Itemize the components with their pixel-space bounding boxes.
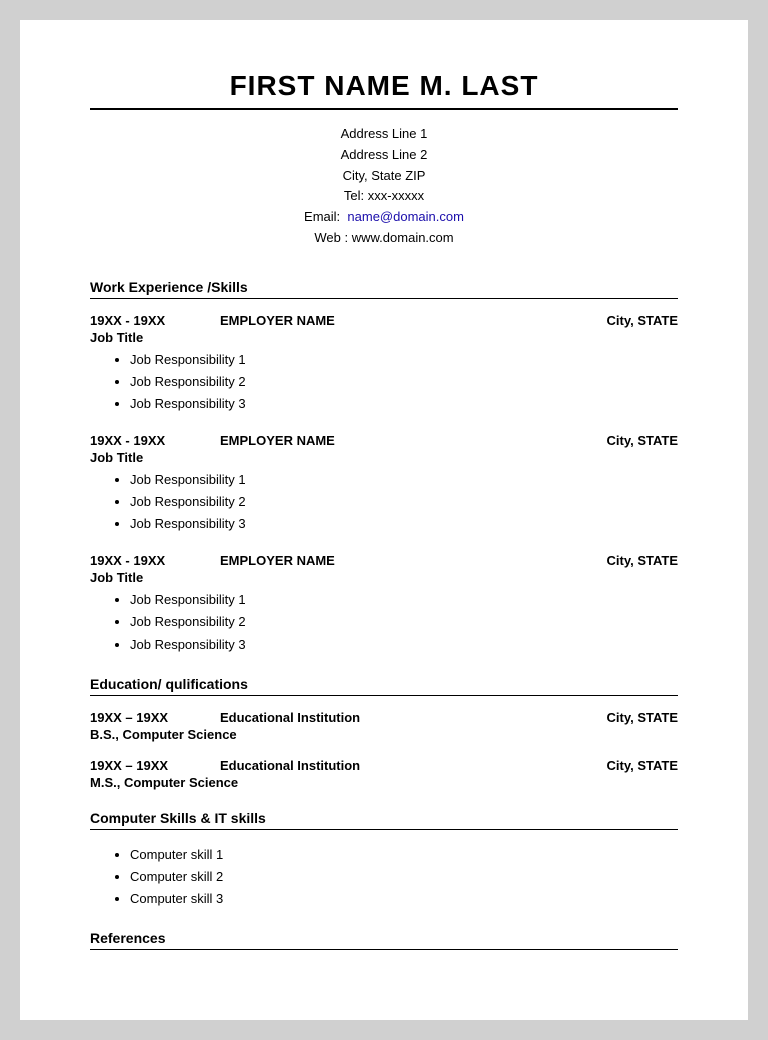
job-2-top-line: 19XX - 19XX EMPLOYER NAME City, STATE [90, 433, 678, 448]
job-1-location: City, STATE [558, 313, 678, 328]
edu-2-degree: M.S., Computer Science [90, 775, 678, 790]
references-section: References [90, 930, 678, 950]
skills-list: Computer skill 1 Computer skill 2 Comput… [130, 844, 678, 910]
tel-value: xxx-xxxxx [368, 188, 424, 203]
list-item: Job Responsibility 1 [130, 469, 678, 491]
work-experience-title: Work Experience /Skills [90, 279, 678, 299]
list-item: Computer skill 1 [130, 844, 678, 866]
city-state-zip: City, State ZIP [90, 166, 678, 187]
references-title: References [90, 930, 678, 950]
job-2-location: City, STATE [558, 433, 678, 448]
list-item: Job Responsibility 2 [130, 371, 678, 393]
job-3-title: Job Title [90, 570, 678, 585]
job-1-top-line: 19XX - 19XX EMPLOYER NAME City, STATE [90, 313, 678, 328]
full-name: FIRST NAME M. LAST [90, 70, 678, 102]
job-entry-2: 19XX - 19XX EMPLOYER NAME City, STATE Jo… [90, 433, 678, 535]
header-divider [90, 108, 678, 110]
job-2-title: Job Title [90, 450, 678, 465]
list-item: Computer skill 2 [130, 866, 678, 888]
edu-2-institution: Educational Institution [220, 758, 558, 773]
edu-1-degree: B.S., Computer Science [90, 727, 678, 742]
address-line1: Address Line 1 [90, 124, 678, 145]
tel-label: Tel: [344, 188, 364, 203]
email-label: Email: [304, 209, 340, 224]
edu-1-top-line: 19XX – 19XX Educational Institution City… [90, 710, 678, 725]
job-3-responsibilities: Job Responsibility 1 Job Responsibility … [130, 589, 678, 655]
resume-page: FIRST NAME M. LAST Address Line 1 Addres… [20, 20, 748, 1020]
job-1-responsibilities: Job Responsibility 1 Job Responsibility … [130, 349, 678, 415]
list-item: Job Responsibility 3 [130, 393, 678, 415]
edu-2-dates: 19XX – 19XX [90, 758, 220, 773]
edu-1-location: City, STATE [558, 710, 678, 725]
job-1-dates: 19XX - 19XX [90, 313, 220, 328]
edu-1-institution: Educational Institution [220, 710, 558, 725]
tel-line: Tel: xxx-xxxxx [90, 186, 678, 207]
web-line: Web : www.domain.com [90, 228, 678, 249]
job-1-title: Job Title [90, 330, 678, 345]
job-2-responsibilities: Job Responsibility 1 Job Responsibility … [130, 469, 678, 535]
list-item: Job Responsibility 3 [130, 513, 678, 535]
job-3-top-line: 19XX - 19XX EMPLOYER NAME City, STATE [90, 553, 678, 568]
address-line2: Address Line 2 [90, 145, 678, 166]
email-line: Email: name@domain.com [90, 207, 678, 228]
list-item: Job Responsibility 1 [130, 349, 678, 371]
web-value: www.domain.com [352, 230, 454, 245]
job-1-employer: EMPLOYER NAME [220, 313, 558, 328]
job-3-dates: 19XX - 19XX [90, 553, 220, 568]
list-item: Job Responsibility 2 [130, 611, 678, 633]
list-item: Job Responsibility 2 [130, 491, 678, 513]
web-label: Web : [314, 230, 348, 245]
email-link[interactable]: name@domain.com [347, 209, 464, 224]
education-title: Education/ qulifications [90, 676, 678, 696]
edu-2-location: City, STATE [558, 758, 678, 773]
computer-skills-section: Computer Skills & IT skills Computer ski… [90, 810, 678, 910]
list-item: Job Responsibility 3 [130, 634, 678, 656]
job-2-employer: EMPLOYER NAME [220, 433, 558, 448]
edu-2-top-line: 19XX – 19XX Educational Institution City… [90, 758, 678, 773]
edu-entry-2: 19XX – 19XX Educational Institution City… [90, 758, 678, 790]
list-item: Job Responsibility 1 [130, 589, 678, 611]
contact-info: Address Line 1 Address Line 2 City, Stat… [90, 124, 678, 249]
job-entry-1: 19XX - 19XX EMPLOYER NAME City, STATE Jo… [90, 313, 678, 415]
education-section: Education/ qulifications 19XX – 19XX Edu… [90, 676, 678, 790]
job-3-employer: EMPLOYER NAME [220, 553, 558, 568]
edu-entry-1: 19XX – 19XX Educational Institution City… [90, 710, 678, 742]
computer-skills-title: Computer Skills & IT skills [90, 810, 678, 830]
edu-1-dates: 19XX – 19XX [90, 710, 220, 725]
list-item: Computer skill 3 [130, 888, 678, 910]
job-entry-3: 19XX - 19XX EMPLOYER NAME City, STATE Jo… [90, 553, 678, 655]
work-experience-section: Work Experience /Skills 19XX - 19XX EMPL… [90, 279, 678, 656]
job-2-dates: 19XX - 19XX [90, 433, 220, 448]
job-3-location: City, STATE [558, 553, 678, 568]
